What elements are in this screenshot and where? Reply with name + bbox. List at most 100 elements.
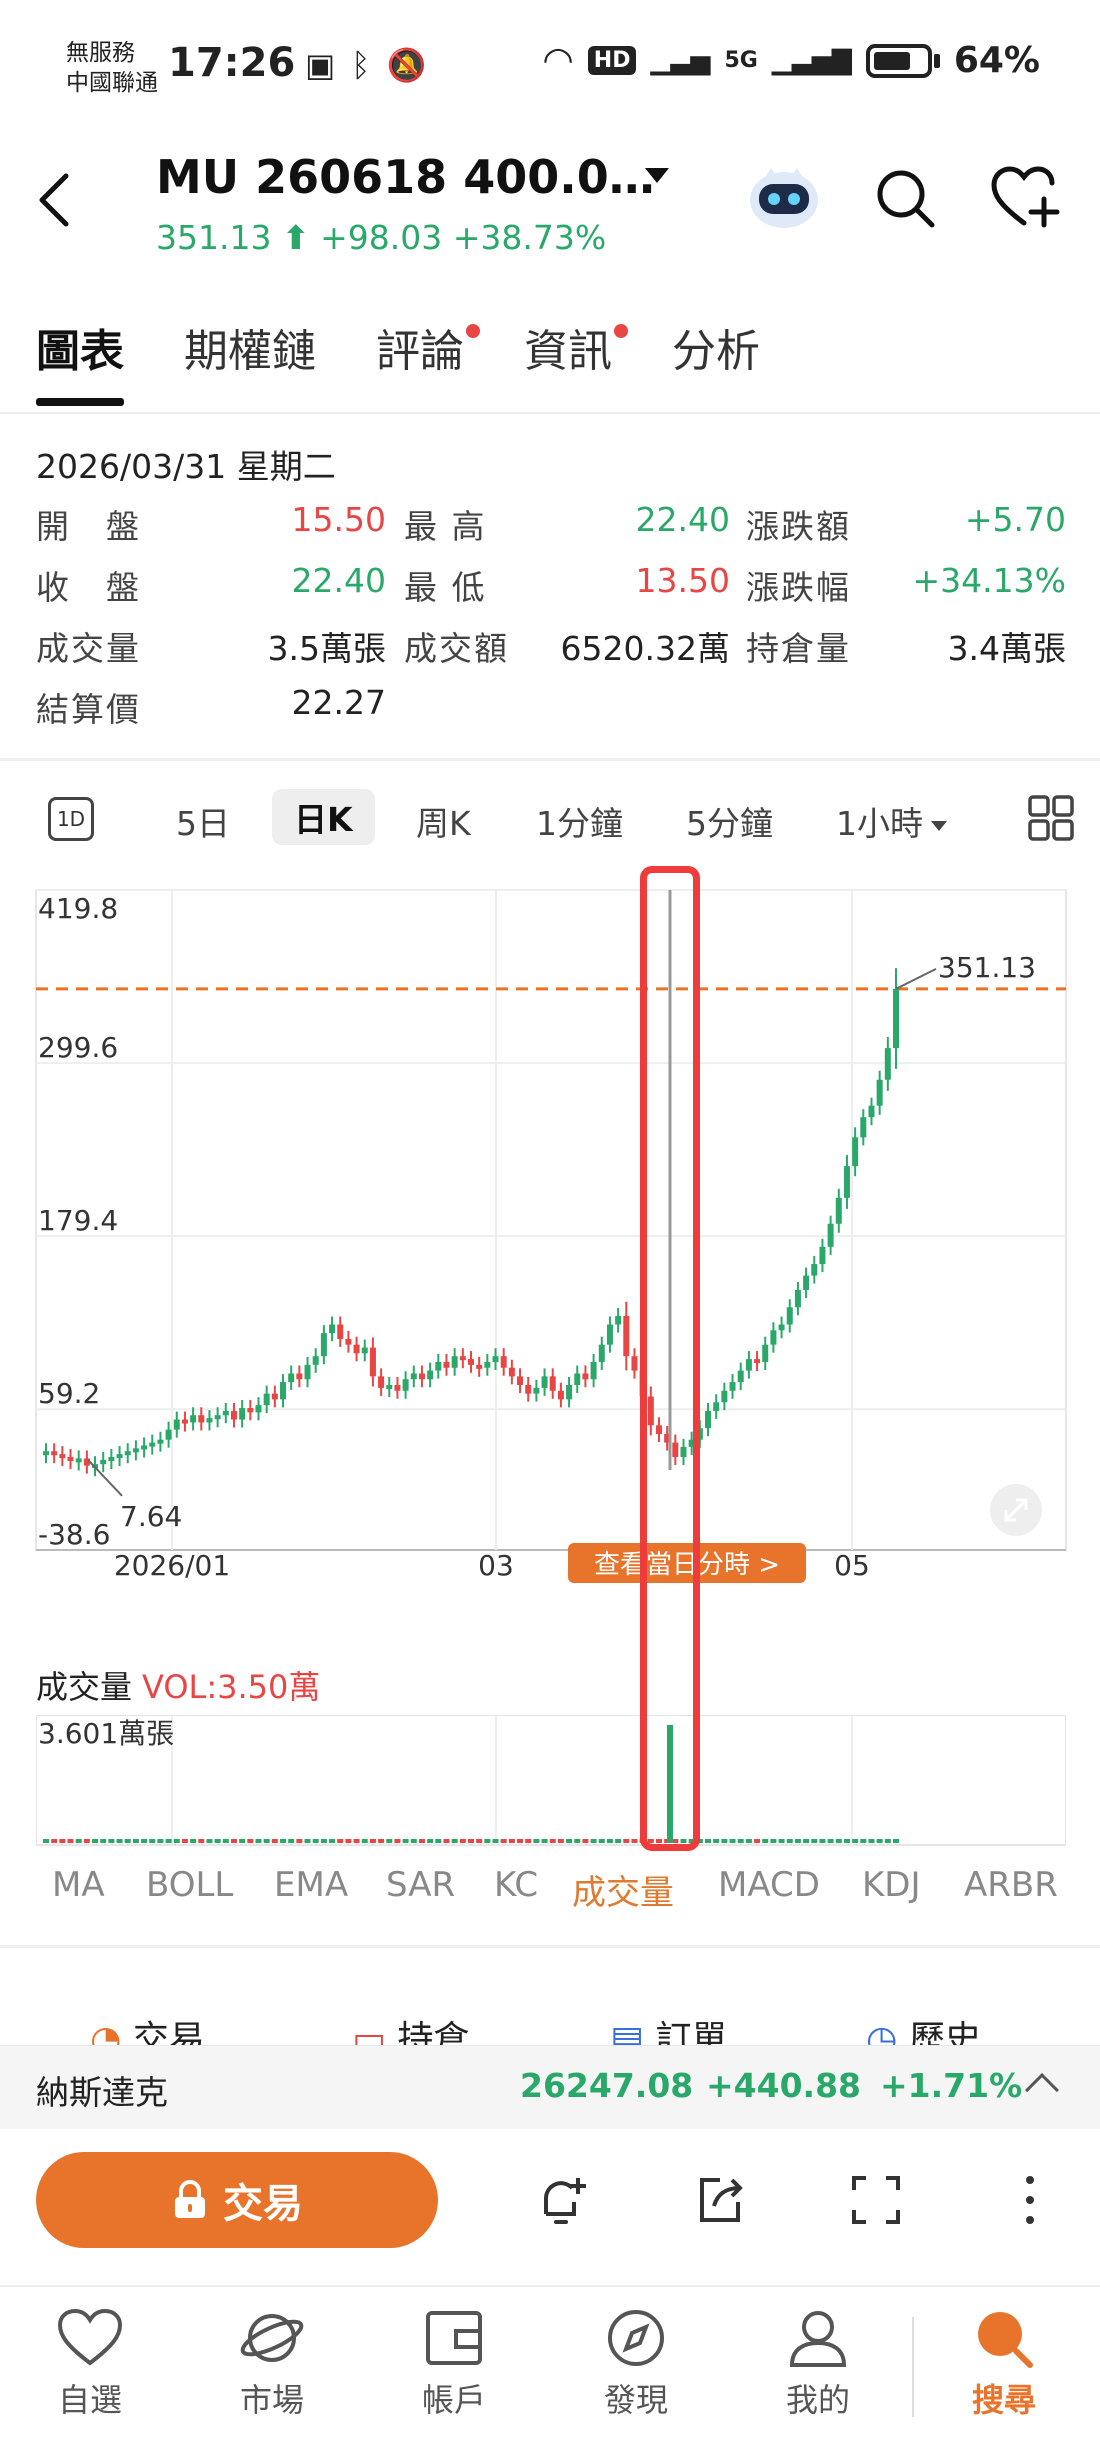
candle	[876, 1079, 883, 1106]
add-watchlist-icon[interactable]	[990, 165, 1066, 231]
candle	[165, 1429, 172, 1440]
trade-button[interactable]: 交易	[36, 2152, 438, 2248]
volume-bar	[59, 1839, 66, 1843]
period-1hour[interactable]: 1小時	[836, 797, 947, 845]
volume-chart[interactable]: 3.601萬張	[36, 1715, 1066, 1850]
candle	[517, 1376, 524, 1385]
tab-options-chain[interactable]: 期權鏈	[184, 318, 316, 398]
nav-watchlist[interactable]: 自選	[30, 2307, 150, 2421]
tab-analysis[interactable]: 分析	[672, 318, 760, 398]
volume-max-label: 3.601萬張	[38, 1717, 174, 1750]
nav-watchlist-label: 自選	[57, 2381, 122, 2419]
volume-bar	[157, 1839, 164, 1843]
indicator-macd[interactable]: MACD	[718, 1865, 820, 1905]
title-dropdown-icon[interactable]	[645, 168, 669, 183]
nav-discover[interactable]: 發現	[576, 2307, 696, 2421]
candle	[255, 1405, 262, 1413]
indicator-boll[interactable]: BOLL	[146, 1865, 233, 1905]
tab-comments[interactable]: 評論	[376, 318, 480, 398]
x-tick-label: 03	[478, 1549, 514, 1582]
indicator-kc[interactable]: KC	[494, 1865, 538, 1905]
nav-profile[interactable]: 我的	[758, 2307, 878, 2421]
tab-chart[interactable]: 圖表	[36, 318, 124, 406]
candle	[116, 1454, 123, 1459]
candle	[222, 1410, 229, 1416]
candle	[198, 1415, 205, 1423]
candle	[296, 1373, 303, 1380]
volume-bar	[435, 1839, 442, 1843]
volume-bar	[329, 1839, 336, 1843]
tab-chart-label: 圖表	[36, 326, 124, 377]
tab-news[interactable]: 資訊	[524, 318, 628, 398]
volume-bar	[688, 1839, 695, 1843]
indicator-arbr[interactable]: ARBR	[964, 1865, 1058, 1905]
volume-bar	[549, 1839, 556, 1843]
volume-bar	[230, 1839, 237, 1843]
fullscreen-icon[interactable]	[846, 2170, 906, 2230]
candle	[778, 1324, 785, 1331]
tab-analysis-label: 分析	[672, 326, 760, 377]
x-tick-label: 05	[834, 1549, 870, 1582]
nav-market[interactable]: 市場	[212, 2307, 332, 2421]
indicator-ema[interactable]: EMA	[274, 1865, 348, 1905]
volume-bar	[75, 1839, 82, 1843]
volume-bar	[843, 1839, 850, 1843]
chevron-up-icon[interactable]	[1025, 2073, 1059, 2107]
trade-button-label: 交易	[223, 2181, 303, 2227]
robot-assistant-icon[interactable]	[745, 160, 823, 232]
volume-value: 3.5萬張	[267, 629, 386, 668]
index-ticker-bar[interactable]: 納斯達克 26247.08 +440.88 +1.71%	[0, 2045, 1100, 2129]
candle	[418, 1373, 425, 1380]
y-tick-label: -38.6	[38, 1518, 110, 1551]
volume-bar	[394, 1839, 401, 1843]
grid-layout-icon[interactable]	[1026, 793, 1076, 843]
nav-account-label: 帳戶	[421, 2381, 486, 2419]
signal-5g-icon: ▁▃▅▇	[771, 45, 852, 76]
period-1min[interactable]: 1分鐘	[536, 797, 623, 845]
tab-news-label: 資訊	[524, 326, 612, 377]
nav-discover-label: 發現	[603, 2381, 668, 2419]
period-daily-k[interactable]: 日K	[272, 789, 375, 845]
candle	[721, 1390, 728, 1403]
back-arrow-icon[interactable]	[34, 170, 74, 230]
candle	[541, 1376, 548, 1388]
one-day-button[interactable]: 1D	[48, 797, 94, 841]
volume-bar	[541, 1839, 548, 1843]
volume-bar	[206, 1839, 213, 1843]
volume-bar	[835, 1839, 842, 1843]
candle	[484, 1361, 491, 1368]
price-chart[interactable]: 419.8 299.6 179.4 59.2 -38.62026/01 03 05 351.1…	[35, 875, 1067, 1583]
volume-bar	[132, 1839, 139, 1843]
indicator-ma[interactable]: MA	[52, 1865, 105, 1905]
candle	[803, 1275, 810, 1290]
volume-title: 成交量 VOL:3.50萬	[36, 1662, 320, 1708]
signal-icon: ▁▃▅	[650, 45, 711, 76]
volume-bar	[124, 1839, 131, 1843]
volume-bar	[484, 1839, 491, 1843]
period-weekly-k[interactable]: 周K	[416, 797, 471, 845]
volume-bar	[639, 1839, 646, 1843]
period-5min[interactable]: 5分鐘	[686, 797, 773, 845]
indicator-kdj[interactable]: KDJ	[862, 1865, 921, 1905]
open-value: 15.50	[291, 500, 386, 539]
indicator-volume[interactable]: 成交量	[572, 1865, 674, 1914]
candle	[329, 1324, 336, 1334]
view-intraday-label: 查看當日分時 >	[594, 1550, 780, 1580]
indicator-sar[interactable]: SAR	[386, 1865, 455, 1905]
price-alert-icon[interactable]	[532, 2170, 592, 2230]
candle	[762, 1344, 769, 1362]
candle	[794, 1289, 801, 1308]
nav-account[interactable]: 帳戶	[394, 2307, 514, 2421]
page-title[interactable]: MU 260618 400.0…	[156, 150, 655, 204]
search-icon[interactable]	[872, 165, 938, 231]
nav-search[interactable]: 搜尋	[944, 2307, 1064, 2421]
candle	[402, 1379, 409, 1391]
period-5d[interactable]: 5日	[176, 797, 230, 845]
more-options-icon[interactable]	[1010, 2170, 1050, 2230]
candle	[843, 1166, 850, 1198]
volume-bar	[443, 1839, 450, 1843]
volume-bar	[353, 1839, 360, 1843]
share-icon[interactable]	[690, 2170, 750, 2230]
volume-bar	[860, 1839, 867, 1843]
volume-bar	[100, 1839, 107, 1843]
